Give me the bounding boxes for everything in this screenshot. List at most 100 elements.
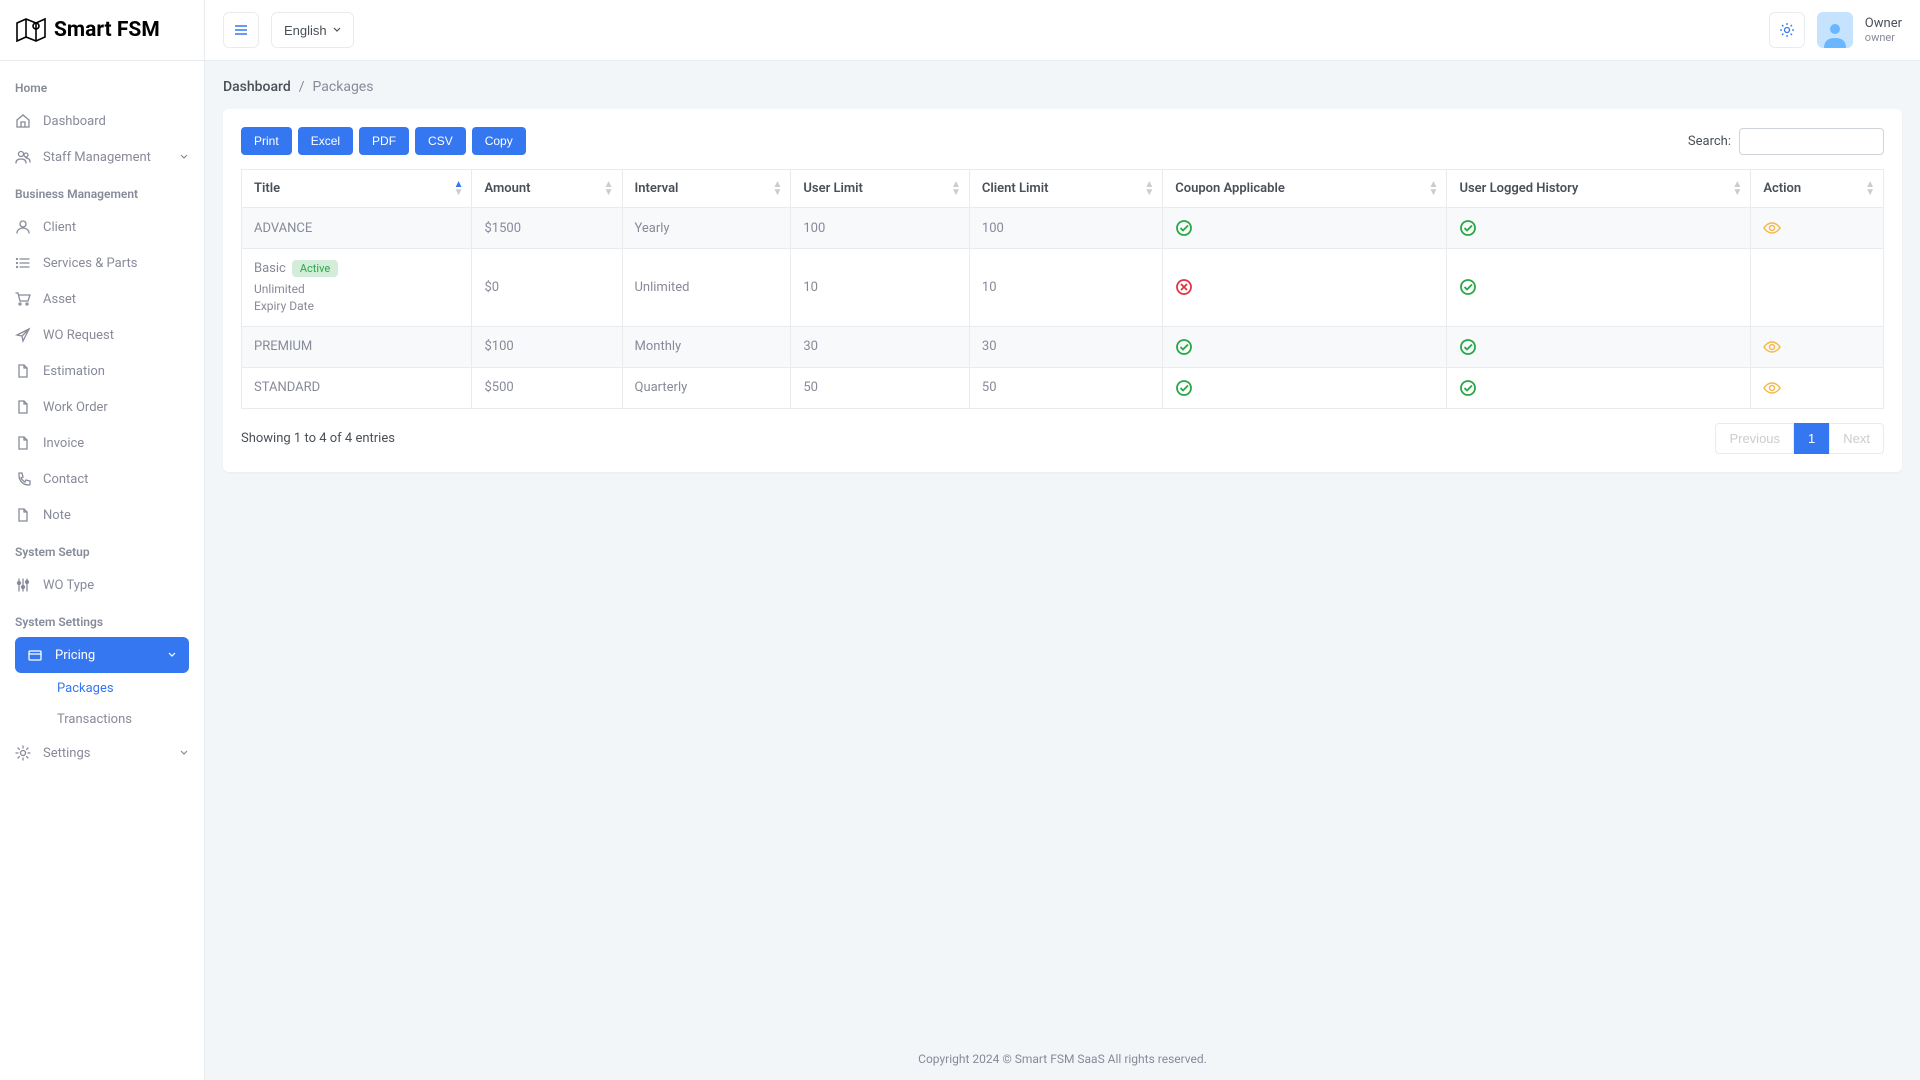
col-interval[interactable]: Interval▲▼	[622, 170, 791, 208]
nav-label: WO Type	[43, 578, 94, 593]
file-icon	[15, 435, 31, 451]
copy-button[interactable]: Copy	[472, 127, 526, 155]
table-row: STANDARD$500Quarterly5050	[242, 367, 1884, 408]
excel-button[interactable]: Excel	[298, 127, 353, 155]
sort-icon: ▲▼	[951, 181, 961, 197]
footer: Copyright 2024 © Smart FSM SaaS All righ…	[205, 1038, 1920, 1080]
print-button[interactable]: Print	[241, 127, 292, 155]
sort-icon: ▲▼	[1144, 181, 1154, 197]
sidebar-item-wo-type[interactable]: WO Type	[0, 567, 204, 603]
cell-coupon	[1163, 367, 1447, 408]
sidebar-item-contact[interactable]: Contact	[0, 461, 204, 497]
cell-user-limit: 10	[791, 249, 970, 327]
cell-action[interactable]	[1751, 208, 1884, 249]
check-circle-icon	[1459, 219, 1477, 237]
pkg-title: ADVANCE	[254, 221, 312, 236]
check-circle-icon	[1175, 338, 1193, 356]
language-dropdown[interactable]: English	[271, 12, 354, 48]
sliders-icon	[15, 577, 31, 593]
entries-info: Showing 1 to 4 of 4 entries	[241, 431, 395, 446]
col-coupon-applicable[interactable]: Coupon Applicable▲▼	[1163, 170, 1447, 208]
page-1-button[interactable]: 1	[1794, 423, 1829, 454]
cell-action[interactable]	[1751, 326, 1884, 367]
cell-interval: Quarterly	[622, 367, 791, 408]
eye-icon	[1763, 379, 1781, 397]
breadcrumb: Dashboard / Packages	[223, 79, 1902, 95]
language-label: English	[284, 23, 327, 38]
sidebar-item-services-parts[interactable]: Services & Parts	[0, 245, 204, 281]
cell-amount: $500	[472, 367, 622, 408]
cell-user-limit: 30	[791, 326, 970, 367]
sidebar-item-staff-management[interactable]: Staff Management	[0, 139, 204, 175]
cell-history	[1447, 326, 1751, 367]
next-button[interactable]: Next	[1829, 423, 1884, 454]
sidebar-subitem-packages[interactable]: Packages	[42, 673, 204, 704]
sort-icon: ▲▼	[1732, 181, 1742, 197]
user-name: Owner	[1865, 16, 1902, 32]
cell-action[interactable]	[1751, 367, 1884, 408]
nav-header: Business Management	[0, 175, 204, 209]
nav-label: Services & Parts	[43, 256, 137, 271]
search-input[interactable]	[1739, 128, 1884, 155]
user-info[interactable]: Owner owner	[1865, 16, 1902, 45]
chevron-down-icon	[333, 26, 341, 34]
sidebar-item-settings[interactable]: Settings	[0, 735, 204, 771]
logo[interactable]: Smart FSM	[0, 0, 204, 61]
cell-history	[1447, 249, 1751, 327]
sidebar-item-work-order[interactable]: Work Order	[0, 389, 204, 425]
pkg-title: Basic	[254, 261, 286, 276]
sidebar-item-estimation[interactable]: Estimation	[0, 353, 204, 389]
cell-user-limit: 100	[791, 208, 970, 249]
avatar[interactable]	[1817, 12, 1853, 48]
sort-icon: ▲▼	[604, 181, 614, 197]
menu-toggle-button[interactable]	[223, 12, 259, 48]
nav: HomeDashboardStaff ManagementBusiness Ma…	[0, 61, 204, 1080]
sidebar-item-client[interactable]: Client	[0, 209, 204, 245]
cell-interval: Yearly	[622, 208, 791, 249]
cell-amount: $100	[472, 326, 622, 367]
sidebar-item-pricing[interactable]: Pricing	[15, 637, 189, 673]
nav-label: Client	[43, 220, 76, 235]
sidebar-item-asset[interactable]: Asset	[0, 281, 204, 317]
logo-text: Smart FSM	[54, 18, 160, 42]
sidebar-item-wo-request[interactable]: WO Request	[0, 317, 204, 353]
cell-amount: $0	[472, 249, 622, 327]
sidebar-item-invoice[interactable]: Invoice	[0, 425, 204, 461]
nav-label: Asset	[43, 292, 76, 307]
csv-button[interactable]: CSV	[415, 127, 466, 155]
cell-action[interactable]	[1751, 249, 1884, 327]
sidebar-item-dashboard[interactable]: Dashboard	[0, 103, 204, 139]
pagination: Previous 1 Next	[1715, 423, 1884, 454]
send-icon	[15, 327, 31, 343]
user-icon	[15, 219, 31, 235]
cell-client-limit: 100	[969, 208, 1162, 249]
nav-header: System Setup	[0, 533, 204, 567]
nav-label: Estimation	[43, 364, 105, 379]
col-action[interactable]: Action▲▼	[1751, 170, 1884, 208]
col-client-limit[interactable]: Client Limit▲▼	[969, 170, 1162, 208]
pkg-subtext: UnlimitedExpiry Date	[254, 281, 459, 315]
sidebar-item-note[interactable]: Note	[0, 497, 204, 533]
sidebar-subitem-transactions[interactable]: Transactions	[42, 704, 204, 735]
person-icon	[1820, 18, 1850, 48]
settings-button[interactable]	[1769, 12, 1805, 48]
sidebar: Smart FSM HomeDashboardStaff ManagementB…	[0, 0, 205, 1080]
nav-label: Work Order	[43, 400, 108, 415]
chevron-down-icon	[167, 650, 177, 660]
breadcrumb-root[interactable]: Dashboard	[223, 79, 291, 95]
home-icon	[15, 113, 31, 129]
file-icon	[15, 363, 31, 379]
pkg-title: PREMIUM	[254, 339, 312, 354]
col-title[interactable]: Title▲▼	[242, 170, 472, 208]
col-user-logged-history[interactable]: User Logged History▲▼	[1447, 170, 1751, 208]
col-user-limit[interactable]: User Limit▲▼	[791, 170, 970, 208]
nav-label: Contact	[43, 472, 88, 487]
chevron-down-icon	[179, 152, 189, 162]
sort-icon: ▲▼	[1429, 181, 1439, 197]
pdf-button[interactable]: PDF	[359, 127, 409, 155]
table-row: PREMIUM$100Monthly3030	[242, 326, 1884, 367]
nav-label: WO Request	[43, 328, 114, 343]
list-icon	[15, 255, 31, 271]
col-amount[interactable]: Amount▲▼	[472, 170, 622, 208]
prev-button[interactable]: Previous	[1715, 423, 1794, 454]
